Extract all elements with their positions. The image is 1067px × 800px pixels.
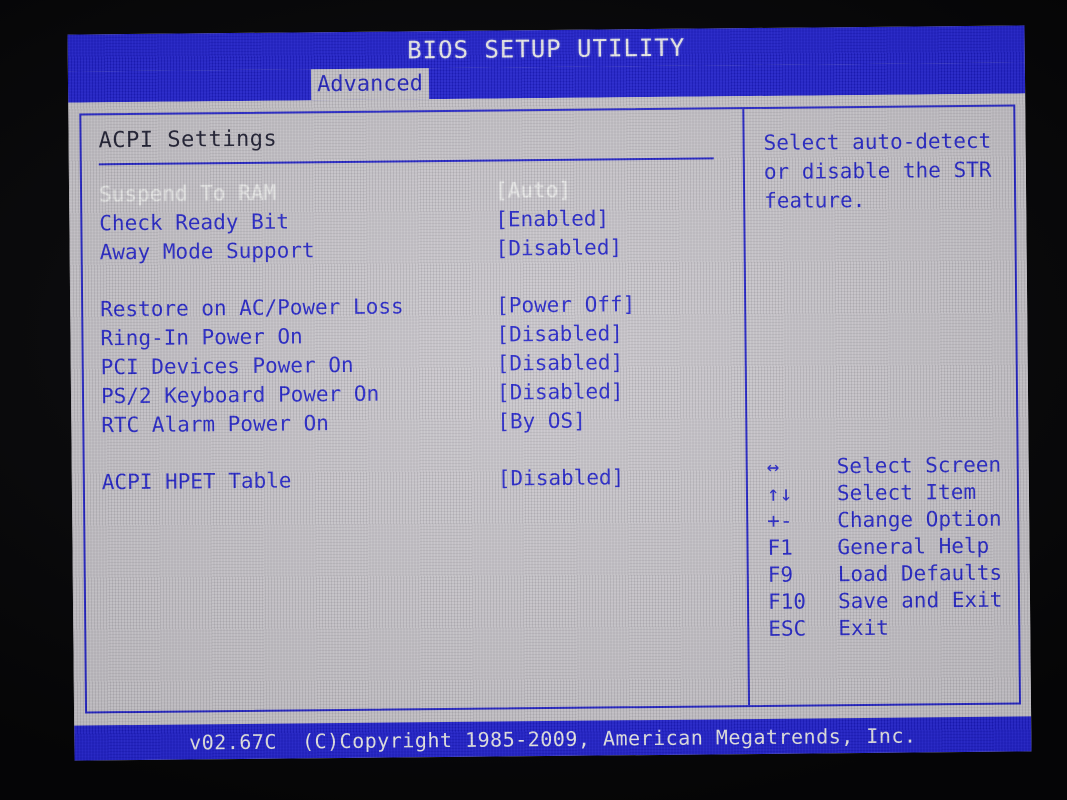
key-legend-label: General Help [837, 533, 990, 559]
key-legend-label: Select Screen [836, 452, 1002, 478]
key-legend-label: Change Option [837, 506, 1002, 532]
tab-advanced-label: Advanced [316, 71, 424, 98]
setting-value[interactable]: [Disabled] [497, 350, 624, 375]
setting-label: PCI Devices Power On [100, 352, 354, 379]
setting-label: Restore on AC/Power Loss [100, 293, 404, 321]
bios-screen: BIOS SETUP UTILITY Advanced ACPI Setting… [67, 25, 1032, 761]
key-label-esc: ESC [768, 616, 807, 641]
key-legend-row-change-option: +- Change Option [767, 505, 1007, 534]
setting-label: RTC Alarm Power On [101, 410, 329, 437]
setting-label: Ring-In Power On [100, 323, 303, 350]
monitor-bezel: BIOS SETUP UTILITY Advanced ACPI Setting… [0, 0, 1067, 800]
key-legend-row-exit: ESC Exit [768, 613, 1008, 642]
setting-value[interactable]: [Disabled] [495, 235, 622, 260]
key-legend-label: Exit [838, 615, 889, 640]
key-legend-row-select-item: ↑↓ Select Item [767, 478, 1007, 507]
setting-label: Away Mode Support [99, 237, 315, 264]
setting-label: PS/2 Keyboard Power On [100, 381, 380, 408]
setting-label: ACPI HPET Table [101, 467, 292, 494]
key-legend-label: Select Item [836, 479, 977, 505]
setting-value[interactable]: [Power Off] [496, 292, 635, 317]
key-label-f9: F9 [767, 562, 794, 587]
tab-advanced[interactable]: Advanced [310, 68, 430, 101]
section-title: ACPI Settings [98, 126, 278, 154]
bios-body: ACPI Settings Suspend To RAM [Auto] Chec… [68, 93, 1032, 726]
footer-text: v02.67C (C)Copyright 1985-2009, American… [189, 722, 917, 754]
key-legend-label: Save and Exit [837, 587, 1003, 613]
key-legend-row-load-defaults: F9 Load Defaults [768, 559, 1008, 588]
key-label-f1: F1 [767, 535, 793, 560]
settings-list: Suspend To RAM [Auto] Check Ready Bit [E… [99, 173, 746, 496]
setting-value[interactable]: [Enabled] [495, 206, 609, 231]
settings-pane: ACPI Settings Suspend To RAM [Auto] Chec… [81, 109, 748, 711]
key-legend-label: Load Defaults [837, 560, 1003, 586]
help-text: Select auto-detect or disable the STR fe… [763, 128, 992, 213]
key-legend-row-select-screen: ↔ Select Screen [767, 451, 1007, 480]
key-legend-row-save-and-exit: F10 Save and Exit [768, 586, 1008, 615]
setting-value[interactable]: [Disabled] [497, 379, 624, 404]
up-down-arrow-icon: ↑↓ [766, 481, 793, 506]
key-legend: ↔ Select Screen ↑↓ Select Item +- Change… [767, 451, 1009, 642]
section-divider [98, 157, 714, 166]
setting-value[interactable]: [By OS] [497, 408, 586, 433]
setting-label: Suspend To RAM [98, 180, 277, 206]
content-frame: ACPI Settings Suspend To RAM [Auto] Chec… [79, 104, 1022, 714]
help-pane: Select auto-detect or disable the STR fe… [744, 107, 1019, 706]
setting-label: Check Ready Bit [99, 208, 290, 235]
plus-minus-icon: +- [767, 508, 793, 533]
setting-value[interactable]: [Auto] [495, 177, 571, 202]
setting-row-acpi-hpet-table[interactable]: ACPI HPET Table [Disabled] [102, 461, 746, 496]
page-title: BIOS SETUP UTILITY [407, 33, 686, 64]
setting-value[interactable]: [Disabled] [498, 465, 625, 490]
left-right-arrow-icon: ↔ [766, 454, 780, 479]
key-label-f10: F10 [767, 589, 807, 614]
key-legend-row-general-help: F1 General Help [767, 532, 1007, 561]
setting-value[interactable]: [Disabled] [496, 321, 623, 346]
